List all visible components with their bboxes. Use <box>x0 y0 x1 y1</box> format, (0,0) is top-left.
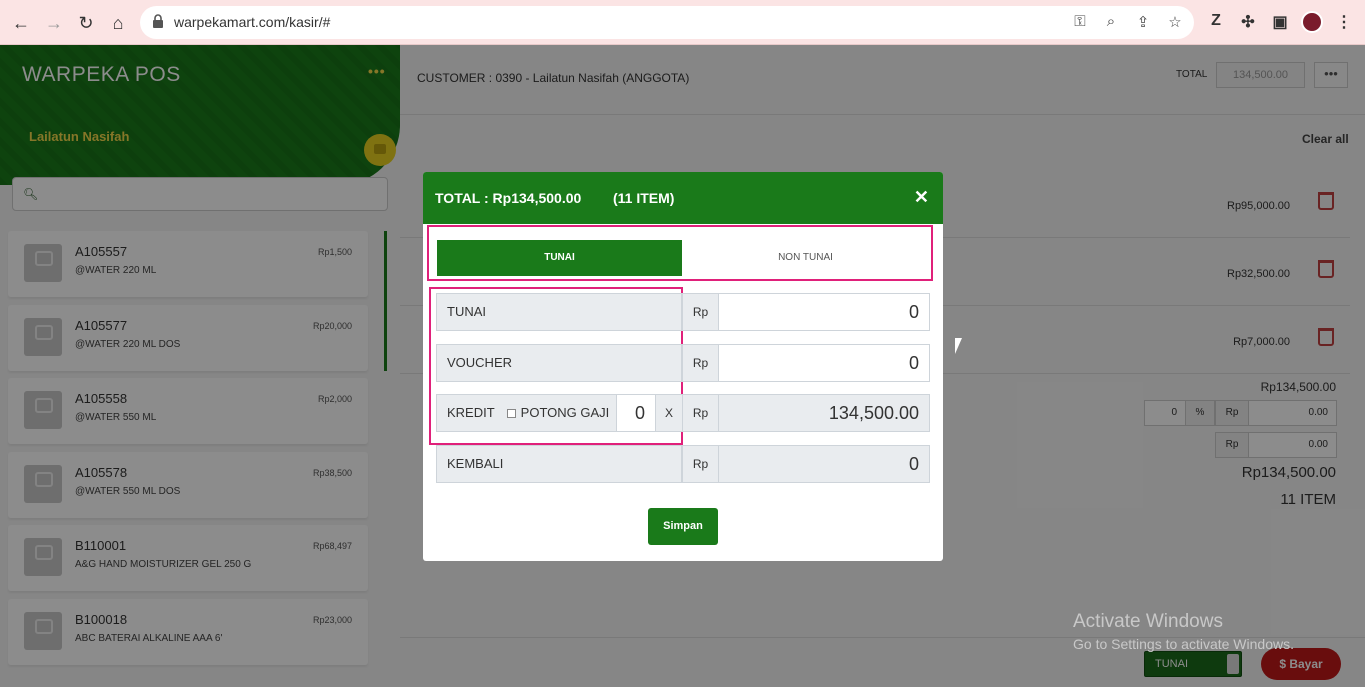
tunai-label: TUNAI <box>436 293 682 331</box>
kredit-qty-input[interactable]: 0 <box>616 394 656 432</box>
kembali-label: KEMBALI <box>436 445 682 483</box>
kredit-amount-field: 134,500.00 <box>718 394 930 432</box>
zoom-icon[interactable]: ⌕ <box>1101 13 1121 30</box>
modal-item-count: (11 ITEM) <box>613 190 675 206</box>
voucher-input[interactable]: 0 <box>718 344 930 382</box>
side-panel-icon[interactable]: ▣ <box>1270 12 1290 32</box>
rp-addon: Rp <box>682 344 719 382</box>
save-button[interactable]: Simpan <box>648 508 718 545</box>
activation-watermark-text: Go to Settings to activate Windows. <box>1073 636 1294 652</box>
rp-addon: Rp <box>682 445 719 483</box>
puzzle-icon[interactable]: ✣ <box>1238 12 1258 32</box>
modal-header: TOTAL : Rp134,500.00 (11 ITEM) ✕ <box>423 172 943 224</box>
tunai-row: TUNAI Rp 0 <box>436 293 930 331</box>
forward-icon[interactable]: → <box>43 12 65 34</box>
kredit-text: KREDIT <box>447 405 495 420</box>
kredit-label: KREDIT POTONG GAJI <box>436 394 618 432</box>
address-bar[interactable]: warpekamart.com/kasir/# ⚿ ⌕ ⇪ ☆ <box>140 6 1194 39</box>
tab-non-tunai[interactable]: NON TUNAI <box>682 240 929 276</box>
extension-z-icon[interactable]: Z <box>1206 12 1226 30</box>
reload-icon[interactable]: ↻ <box>75 12 97 34</box>
browser-toolbar: ← → ↻ ⌂ warpekamart.com/kasir/# ⚿ ⌕ ⇪ ☆ … <box>0 0 1365 45</box>
kembali-field: 0 <box>718 445 930 483</box>
payment-modal: TOTAL : Rp134,500.00 (11 ITEM) ✕ TUNAI N… <box>423 172 943 561</box>
kredit-row: KREDIT POTONG GAJI 0 X Rp 134,500.00 <box>436 394 930 432</box>
activation-watermark-title: Activate Windows <box>1073 611 1223 632</box>
tunai-input[interactable]: 0 <box>718 293 930 331</box>
voucher-row: VOUCHER Rp 0 <box>436 344 930 382</box>
rp-addon: Rp <box>682 293 719 331</box>
rp-addon: Rp <box>682 394 719 432</box>
modal-total: TOTAL : Rp134,500.00 <box>435 190 582 206</box>
voucher-label: VOUCHER <box>436 344 682 382</box>
url-text: warpekamart.com/kasir/# <box>174 14 331 30</box>
potong-gaji-checkbox[interactable] <box>506 409 516 419</box>
bookmark-star-icon[interactable]: ☆ <box>1165 13 1185 31</box>
lock-icon <box>153 14 163 28</box>
mouse-cursor-icon <box>954 337 963 355</box>
key-icon[interactable]: ⚿ <box>1070 13 1090 30</box>
kembali-row: KEMBALI Rp 0 <box>436 445 930 483</box>
times-addon: X <box>655 394 683 432</box>
kebab-menu-icon[interactable]: ⋮ <box>1334 12 1354 32</box>
potong-gaji-label: POTONG GAJI <box>520 405 610 420</box>
profile-avatar[interactable] <box>1301 11 1323 33</box>
share-icon[interactable]: ⇪ <box>1133 13 1153 31</box>
close-icon[interactable]: ✕ <box>914 187 929 208</box>
tab-tunai[interactable]: TUNAI <box>437 240 682 276</box>
back-icon[interactable]: ← <box>10 12 32 34</box>
home-icon[interactable]: ⌂ <box>107 12 129 34</box>
